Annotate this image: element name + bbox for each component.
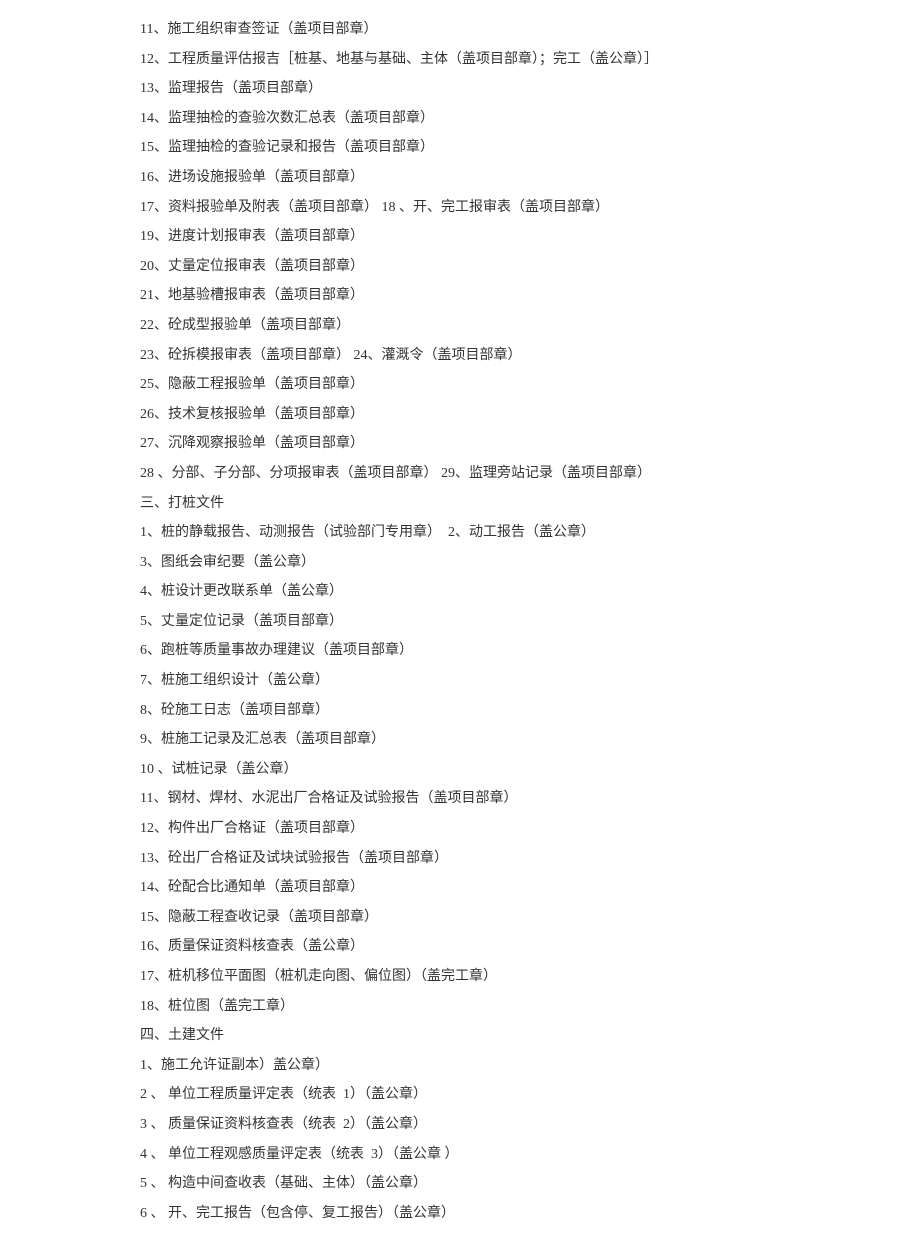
document-line: 3、图纸会审纪要（盖公章） bbox=[140, 553, 920, 573]
document-line: 19、进度计划报审表（盖项目部章） bbox=[140, 227, 920, 247]
document-line: 2 、 单位工程质量评定表（统表 1）（盖公章） bbox=[140, 1085, 920, 1105]
document-line: 17、资料报验单及附表（盖项目部章） 18 、开、完工报审表（盖项目部章） bbox=[140, 198, 920, 218]
document-line: 6、跑桩等质量事故办理建议（盖项目部章） bbox=[140, 641, 920, 661]
document-line: 5、丈量定位记录（盖项目部章） bbox=[140, 612, 920, 632]
document-line: 三、打桩文件 bbox=[140, 494, 920, 514]
document-line: 6 、 开、完工报告（包含停、复工报告）（盖公章） bbox=[140, 1204, 920, 1224]
document-line: 12、工程质量评估报吉［桩基、地基与基础、主体（盖项目部章）；完工（盖公章）］ bbox=[140, 50, 920, 70]
document-line: 5 、 构造中间查收表（基础、主体）（盖公章） bbox=[140, 1174, 920, 1194]
document-line: 8、砼施工日志（盖项目部章） bbox=[140, 701, 920, 721]
document-line: 14、监理抽检的查验次数汇总表（盖项目部章） bbox=[140, 109, 920, 129]
document-line: 28 、分部、子分部、分项报审表（盖项目部章） 29、监理旁站记录（盖项目部章） bbox=[140, 464, 920, 484]
document-line: 1、施工允许证副本）盖公章） bbox=[140, 1056, 920, 1076]
document-line: 27、沉降观察报验单（盖项目部章） bbox=[140, 434, 920, 454]
document-line: 23、砼拆模报审表（盖项目部章） 24、灌溉令（盖项目部章） bbox=[140, 346, 920, 366]
document-line: 4 、 单位工程观感质量评定表（统表 3）（盖公章 ） bbox=[140, 1145, 920, 1165]
document-line: 14、砼配合比通知单（盖项目部章） bbox=[140, 878, 920, 898]
document-line: 21、地基验槽报审表（盖项目部章） bbox=[140, 286, 920, 306]
document-line: 13、监理报告（盖项目部章） bbox=[140, 79, 920, 99]
document-line: 9、桩施工记录及汇总表（盖项目部章） bbox=[140, 730, 920, 750]
document-line: 22、砼成型报验单（盖项目部章） bbox=[140, 316, 920, 336]
document-line: 四、土建文件 bbox=[140, 1026, 920, 1046]
document-line: 20、丈量定位报审表（盖项目部章） bbox=[140, 257, 920, 277]
document-content: 11、施工组织审查签证（盖项目部章） 12、工程质量评估报吉［桩基、地基与基础、主… bbox=[140, 20, 920, 1223]
document-line: 25、隐蔽工程报验单（盖项目部章） bbox=[140, 375, 920, 395]
document-line: 17、桩机移位平面图（桩机走向图、偏位图）（盖完工章） bbox=[140, 967, 920, 987]
document-line: 16、质量保证资料核查表（盖公章） bbox=[140, 937, 920, 957]
document-line: 3 、 质量保证资料核查表（统表 2）（盖公章） bbox=[140, 1115, 920, 1135]
document-line: 12、构件出厂合格证（盖项目部章） bbox=[140, 819, 920, 839]
document-line: 18、桩位图（盖完工章） bbox=[140, 997, 920, 1017]
document-line: 7、桩施工组织设计（盖公章） bbox=[140, 671, 920, 691]
document-line: 16、进场设施报验单（盖项目部章） bbox=[140, 168, 920, 188]
document-line: 1、桩的静载报告、动测报告（试验部门专用章） 2、动工报告（盖公章） bbox=[140, 523, 920, 543]
document-line: 11、钢材、焊材、水泥出厂合格证及试验报告（盖项目部章） bbox=[140, 789, 920, 809]
document-line: 10 、试桩记录（盖公章） bbox=[140, 760, 920, 780]
document-line: 15、监理抽检的查验记录和报告（盖项目部章） bbox=[140, 138, 920, 158]
document-line: 26、技术复核报验单（盖项目部章） bbox=[140, 405, 920, 425]
document-line: 13、砼出厂合格证及试块试验报告（盖项目部章） bbox=[140, 849, 920, 869]
document-line: 15、隐蔽工程查收记录（盖项目部章） bbox=[140, 908, 920, 928]
document-line: 4、桩设计更改联系单（盖公章） bbox=[140, 582, 920, 602]
document-line: 11、施工组织审查签证（盖项目部章） bbox=[140, 20, 920, 40]
